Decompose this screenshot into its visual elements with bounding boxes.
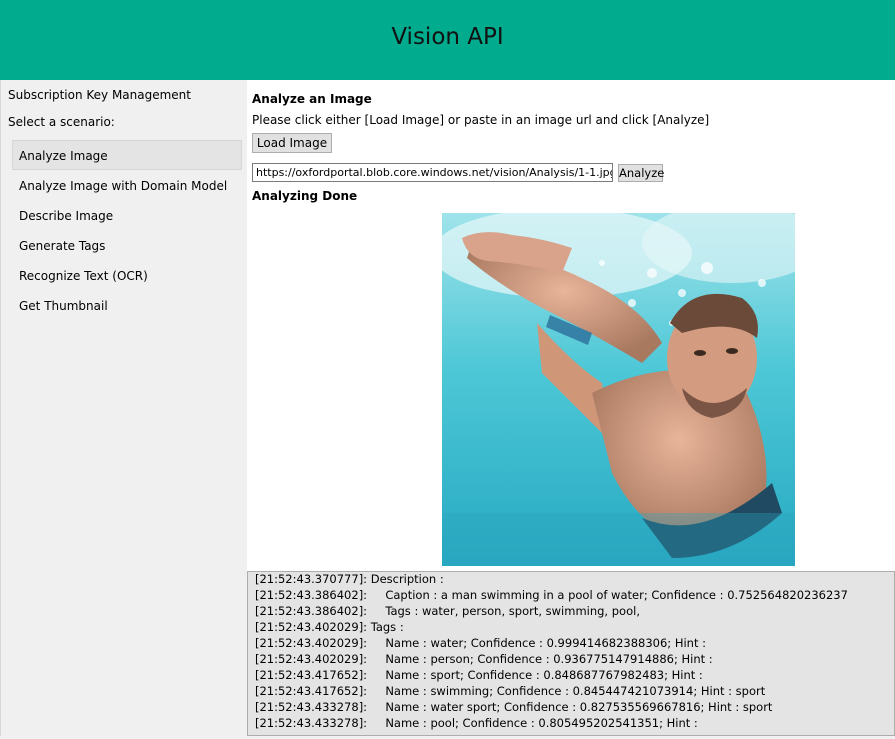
log-lines: [21:52:43.370777]: Description : [21:52:…	[255, 572, 894, 731]
scenario-describe-image[interactable]: Describe Image	[12, 200, 242, 230]
log-line: [21:52:43.433278]: Name : pool; Confiden…	[255, 716, 698, 730]
load-image-button[interactable]: Load Image	[252, 133, 332, 153]
instructions-text: Please click either [Load Image] or past…	[252, 113, 710, 127]
main-panel: Analyze an Image Please click either [Lo…	[247, 80, 895, 571]
analyze-button[interactable]: Analyze	[618, 164, 664, 182]
log-line: [21:52:43.386402]: Tags : water, person,…	[255, 604, 640, 618]
log-line: [21:52:43.402029]: Name : person; Confid…	[255, 652, 713, 666]
scenario-analyze-image[interactable]: Analyze Image	[12, 140, 242, 170]
log-line: [21:52:43.402029]: Tags :	[255, 620, 404, 634]
scenario-generate-tags[interactable]: Generate Tags	[12, 230, 242, 260]
app-header: Vision API	[0, 0, 895, 80]
scenario-recognize-text-ocr[interactable]: Recognize Text (OCR)	[12, 260, 242, 290]
log-line: [21:52:43.417652]: Name : swimming; Conf…	[255, 684, 766, 698]
output-log[interactable]: [21:52:43.370777]: Description : [21:52:…	[247, 571, 895, 736]
log-line: [21:52:43.402029]: Name : water; Confide…	[255, 636, 707, 650]
status-text: Analyzing Done	[252, 189, 358, 203]
sidebar: Subscription Key Management Select a sce…	[0, 80, 247, 739]
analyzed-image	[442, 213, 795, 566]
app-title: Vision API	[391, 24, 504, 50]
scenario-get-thumbnail[interactable]: Get Thumbnail	[12, 290, 242, 320]
scenario-list: Analyze Image Analyze Image with Domain …	[12, 140, 242, 320]
log-line: [21:52:43.417652]: Name : sport; Confide…	[255, 668, 703, 682]
select-scenario-label: Select a scenario:	[8, 115, 115, 129]
log-line: [21:52:43.386402]: Caption : a man swimm…	[255, 588, 848, 602]
log-line: [21:52:43.433278]: Name : water sport; C…	[255, 700, 773, 714]
scenario-analyze-image-domain-model[interactable]: Analyze Image with Domain Model	[12, 170, 242, 200]
log-line: [21:52:43.370777]: Description :	[255, 572, 444, 586]
subscription-key-management-link[interactable]: Subscription Key Management	[8, 88, 191, 102]
page-heading: Analyze an Image	[252, 92, 372, 106]
image-url-input[interactable]: https://oxfordportal.blob.core.windows.n…	[252, 163, 613, 182]
